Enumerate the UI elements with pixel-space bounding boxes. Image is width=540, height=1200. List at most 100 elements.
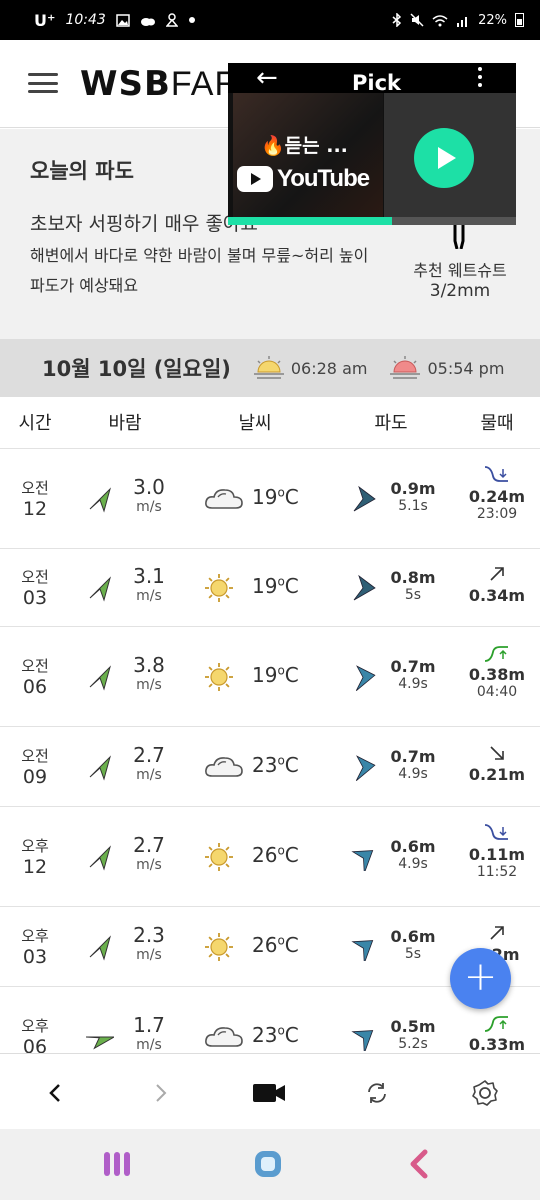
weather-icon bbox=[204, 573, 234, 607]
row-hour: 03 bbox=[22, 587, 48, 609]
video-progress-fill bbox=[228, 217, 393, 225]
wind-speed: 3.0 m/s bbox=[126, 475, 172, 515]
wave-period: 4.9s bbox=[398, 766, 428, 782]
settings-gear-icon[interactable] bbox=[468, 1076, 502, 1110]
sunset: 05:54 pm bbox=[389, 355, 504, 381]
col-wave: 파도 bbox=[374, 413, 408, 434]
tide-height: 0.38m bbox=[468, 665, 526, 684]
wind-speed-value: 1.7 bbox=[133, 1013, 165, 1037]
refresh-icon[interactable] bbox=[360, 1076, 394, 1110]
forecast-row[interactable]: 오전 09 2.7 m/s 23oC 0.7m 4.9s 0.21m bbox=[0, 727, 540, 807]
tide-info: 0.11m 11:52 bbox=[462, 821, 532, 880]
row-ampm: 오전 bbox=[21, 657, 49, 675]
row-hour: 12 bbox=[22, 856, 48, 878]
temperature: 19oC bbox=[252, 574, 299, 598]
wave-period: 4.9s bbox=[398, 676, 428, 692]
wind-direction-icon bbox=[89, 487, 111, 513]
row-ampm: 오전 bbox=[21, 747, 49, 765]
video-progress-bar[interactable] bbox=[228, 217, 516, 225]
wetsuit-label: 추천 웨트슈트 bbox=[413, 261, 507, 280]
high-tide-icon bbox=[484, 646, 508, 662]
cloud-icon bbox=[205, 489, 243, 509]
video-camera-icon[interactable] bbox=[252, 1076, 286, 1110]
wave-direction-icon bbox=[355, 755, 376, 781]
sun-icon bbox=[205, 933, 233, 961]
temperature: 26oC bbox=[252, 843, 299, 867]
wave-info: 0.6m 5s bbox=[388, 927, 438, 962]
forecast-row[interactable]: 오전 12 3.0 m/s 19oC 0.9m 5.1s 0.24m 23:09 bbox=[0, 449, 540, 549]
wind-speed-unit: m/s bbox=[136, 1037, 162, 1053]
mute-icon bbox=[410, 13, 424, 27]
temperature: 23oC bbox=[252, 1023, 299, 1047]
wind-speed: 3.8 m/s bbox=[126, 653, 172, 693]
signal-icon bbox=[457, 16, 468, 27]
menu-icon[interactable] bbox=[28, 73, 58, 93]
home-icon[interactable] bbox=[251, 1147, 285, 1181]
wave-period: 5s bbox=[404, 946, 422, 962]
forecast-row[interactable]: 오후 12 2.7 m/s 26oC 0.6m 4.9s 0.11m 11:52 bbox=[0, 807, 540, 907]
wind-direction-icon bbox=[89, 665, 111, 691]
forward-arrow-icon[interactable] bbox=[144, 1076, 178, 1110]
recent-apps-icon[interactable] bbox=[100, 1147, 134, 1181]
forecast-row[interactable]: 오전 03 3.1 m/s 19oC 0.8m 5s 0.34m bbox=[0, 549, 540, 627]
row-time: 오후 06 bbox=[14, 1015, 56, 1053]
wind-speed-unit: m/s bbox=[136, 588, 162, 604]
tide-info: 0.21m bbox=[462, 741, 532, 784]
pip-more-icon[interactable] bbox=[478, 67, 484, 91]
wave-direction-icon bbox=[355, 665, 376, 691]
forecast-date: 10월 10일 (일요일) bbox=[42, 357, 231, 381]
add-button[interactable]: + bbox=[450, 948, 511, 1009]
weather-icon bbox=[204, 842, 234, 876]
low-tide-icon bbox=[484, 824, 508, 840]
cloud-icon bbox=[205, 757, 243, 777]
wind-speed-unit: m/s bbox=[136, 767, 162, 783]
play-button[interactable] bbox=[414, 128, 474, 188]
wave-info: 0.9m 5.1s bbox=[388, 479, 438, 514]
col-tide: 물때 bbox=[480, 413, 514, 434]
wind-speed-value: 2.7 bbox=[133, 743, 165, 767]
wind-speed: 2.3 m/s bbox=[126, 923, 172, 963]
wave-direction-icon bbox=[351, 940, 374, 961]
wind-direction-icon bbox=[86, 1036, 114, 1050]
weather-icon bbox=[204, 1022, 244, 1053]
row-hour: 12 bbox=[22, 498, 48, 520]
tide-height: 0.24m bbox=[468, 487, 526, 506]
video-thumbnail[interactable]: 🔥듣는 ... YouTube bbox=[233, 93, 383, 217]
low-tide-icon bbox=[484, 466, 508, 482]
tide-height: 0.33m bbox=[468, 1035, 526, 1053]
pip-back-arrow-icon[interactable]: ← bbox=[256, 65, 278, 91]
battery-percent: 22% bbox=[478, 12, 507, 28]
temperature: 19oC bbox=[252, 485, 299, 509]
wind-speed: 3.1 m/s bbox=[126, 564, 172, 604]
sun-icon bbox=[205, 663, 233, 691]
wave-info: 0.6m 4.9s bbox=[388, 837, 438, 872]
falling-arrow-icon bbox=[490, 746, 504, 760]
sunrise-time: 06:28 am bbox=[290, 358, 368, 378]
wave-period: 5.2s bbox=[398, 1036, 428, 1052]
tide-height: 0.21m bbox=[468, 765, 526, 784]
wave-height: 0.9m bbox=[390, 479, 436, 498]
wind-speed-unit: m/s bbox=[136, 947, 162, 963]
wind-speed-unit: m/s bbox=[136, 677, 162, 693]
clock: 10:43 bbox=[65, 12, 106, 28]
wave-period: 4.9s bbox=[398, 856, 428, 872]
weather-icon bbox=[204, 752, 244, 784]
youtube-pip-player[interactable]: ← Pick 🔥듣는 ... YouTube bbox=[228, 63, 516, 225]
today-description: 해변에서 바다로 약한 바람이 불며 무릎~허리 높이 파도가 예상돼요 bbox=[30, 246, 369, 295]
forecast-row[interactable]: 오전 06 3.8 m/s 19oC 0.7m 4.9s 0.38m 04:40 bbox=[0, 627, 540, 727]
row-ampm: 오전 bbox=[21, 568, 49, 586]
pip-header: ← Pick bbox=[228, 63, 516, 95]
wind-speed-value: 2.7 bbox=[133, 833, 165, 857]
wind-direction-icon bbox=[89, 845, 111, 871]
row-time: 오후 12 bbox=[14, 835, 56, 878]
row-ampm: 오후 bbox=[21, 927, 49, 945]
row-hour: 06 bbox=[22, 1036, 48, 1053]
tide-info: 0.38m 04:40 bbox=[462, 641, 532, 700]
back-icon[interactable] bbox=[402, 1147, 436, 1181]
col-weather: 날씨 bbox=[238, 413, 272, 434]
wave-height: 0.6m bbox=[390, 927, 436, 946]
carrier-label: U⁺ bbox=[34, 10, 56, 30]
back-arrow-icon[interactable] bbox=[38, 1076, 72, 1110]
wave-height: 0.8m bbox=[390, 568, 436, 587]
wind-speed-value: 3.1 bbox=[133, 564, 165, 588]
